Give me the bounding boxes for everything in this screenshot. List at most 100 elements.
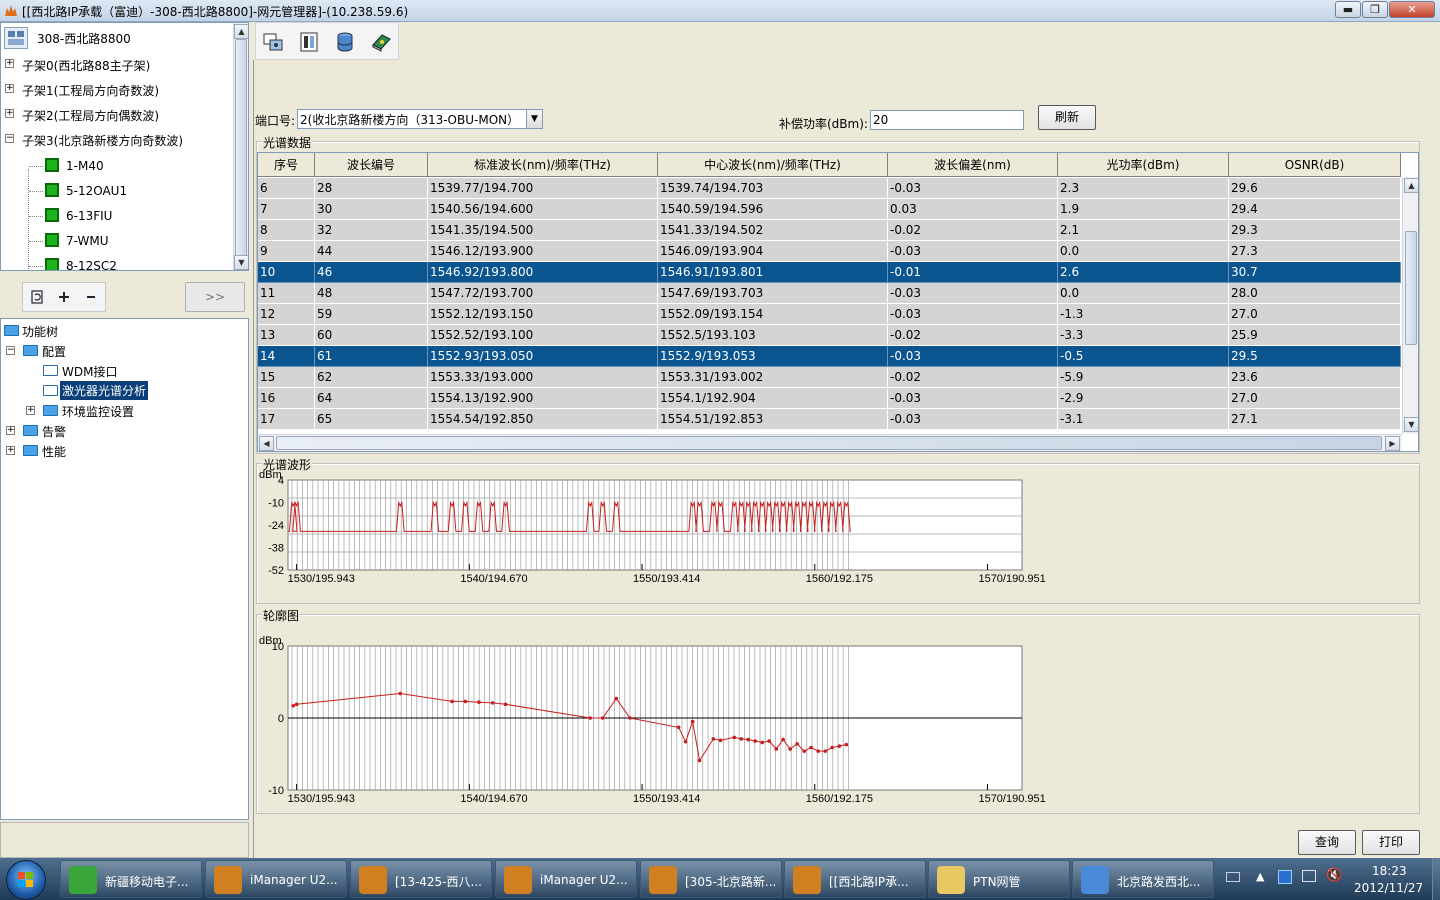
profile-point xyxy=(711,737,716,741)
refresh-tree-icon[interactable] xyxy=(24,284,50,310)
profile-point xyxy=(291,703,295,708)
scroll-right-icon[interactable]: ▶ xyxy=(1385,436,1400,451)
network-config-icon[interactable] xyxy=(262,31,284,53)
table-row[interactable]: 15 62 1553.33/193.000 1553.31/193.002 -0.02-… xyxy=(258,367,1401,388)
taskbar-item[interactable]: 新疆移动电子... xyxy=(60,860,202,898)
clock-time[interactable]: 18:23 xyxy=(1372,864,1407,878)
collapse-config-icon[interactable]: − xyxy=(6,346,15,355)
expand-icon[interactable]: + xyxy=(5,109,14,118)
print-button[interactable]: 打印 xyxy=(1362,830,1420,855)
column-header[interactable]: 标准波长(nm)/频率(THz) xyxy=(428,153,658,177)
taskbar-item[interactable]: iManager U2... xyxy=(205,860,347,898)
taskbar-item[interactable]: 北京路发西北... xyxy=(1072,860,1214,898)
board-item[interactable]: 7-WMU xyxy=(1,229,231,254)
port-select[interactable]: 2(收北京路新楼方向（313-OBU-MON） ▼ xyxy=(297,109,543,129)
scroll-up-icon[interactable]: ▲ xyxy=(1404,178,1418,193)
ne-tree-item[interactable]: − 子架3(北京路新楼方向奇数波) xyxy=(1,129,231,154)
taskbar-item[interactable]: [[西北路IP承... xyxy=(784,860,926,898)
expand-all-icon[interactable] xyxy=(51,284,77,310)
comp-power-input[interactable]: 20 xyxy=(870,110,1024,130)
scroll-down-icon[interactable]: ▼ xyxy=(1404,417,1418,432)
expand-icon[interactable]: + xyxy=(5,59,14,68)
table-hscrollbar[interactable]: ◀ ▶ xyxy=(258,434,1402,451)
func-laser-spectrum-selected[interactable]: 激光器光谱分析 xyxy=(60,381,149,400)
scroll-down-icon[interactable]: ▼ xyxy=(234,255,248,270)
func-wdm-interface[interactable]: WDM接口 xyxy=(62,363,117,380)
taskbar-item[interactable]: [305-北京路新... xyxy=(640,860,782,898)
board-item[interactable]: 8-12SC2 xyxy=(1,254,231,270)
taskbar-item-label: PTN网管 xyxy=(973,875,1021,889)
scroll-thumb[interactable] xyxy=(1405,231,1417,345)
show-hidden-icons-icon[interactable]: ▲ xyxy=(1256,870,1264,883)
table-cell: 64 xyxy=(315,388,428,409)
func-env-monitor[interactable]: 环境监控设置 xyxy=(62,403,134,420)
table-cell: 27.0 xyxy=(1229,388,1401,409)
expand-alarm-icon[interactable]: + xyxy=(6,426,15,435)
keyboard-icon[interactable] xyxy=(1226,872,1240,882)
maximize-button[interactable]: ❐ xyxy=(1362,1,1388,18)
ne-tree-item[interactable]: + 子架1(工程局方向奇数波) xyxy=(1,79,231,104)
table-row[interactable]: 10 46 1546.92/193.800 1546.91/193.801 -0.01 2… xyxy=(258,262,1401,283)
column-header[interactable]: OSNR(dB) xyxy=(1229,153,1401,177)
volume-muted-icon[interactable]: 🔇 xyxy=(1326,868,1342,883)
table-row[interactable]: 13 60 1552.52/193.100 1552.5/193.103 -0.02 -3… xyxy=(258,325,1401,346)
column-header[interactable]: 光功率(dBm) xyxy=(1058,153,1229,177)
table-row[interactable]: 7 30 1540.56/194.600 1540.59/194.596 0.03 1.9… xyxy=(258,199,1401,220)
hscroll-thumb[interactable] xyxy=(276,436,1382,450)
taskbar-item[interactable]: PTN网管 xyxy=(928,860,1070,898)
column-header[interactable]: 中心波长(nm)/频率(THz) xyxy=(658,153,888,177)
table-cell: 16 xyxy=(258,388,315,409)
network-icon[interactable] xyxy=(1302,870,1316,882)
ne-tree-item[interactable]: + 子架0(西北路88主子架) xyxy=(1,54,231,79)
column-header[interactable]: 波长偏差(nm) xyxy=(888,153,1058,177)
show-desktop-button[interactable] xyxy=(1432,858,1440,900)
func-config[interactable]: 配置 xyxy=(42,343,66,360)
table-row[interactable]: 14 61 1552.93/193.050 1552.9/193.053 -0.03 -0… xyxy=(258,346,1401,367)
column-header[interactable]: 序号 xyxy=(258,153,315,177)
table-vscrollbar[interactable]: ▲ ▼ xyxy=(1402,177,1418,434)
table-row[interactable]: 8 32 1541.35/194.500 1541.33/194.502 -0.02 2.… xyxy=(258,220,1401,241)
database-icon[interactable] xyxy=(334,31,356,53)
ne-tree-item[interactable]: + 子架2(工程局方向偶数波) xyxy=(1,104,231,129)
help-book-icon[interactable] xyxy=(370,31,392,53)
table-row[interactable]: 9 44 1546.12/193.900 1546.09/193.904 -0.03 0.… xyxy=(258,241,1401,262)
table-row[interactable]: 16 64 1554.13/192.900 1554.1/192.904 -0.03 -2… xyxy=(258,388,1401,409)
title-bar[interactable]: [[西北路IP承载（富迪）-308-西北路8800]-网元管理器]-(10.23… xyxy=(0,0,1440,22)
expand-panel-button[interactable]: >> xyxy=(185,282,245,312)
query-button[interactable]: 查询 xyxy=(1298,830,1356,855)
clock-date[interactable]: 2012/11/27 xyxy=(1354,881,1423,895)
minimize-button[interactable]: ▬ xyxy=(1335,1,1361,18)
taskbar-item[interactable]: iManager U2... xyxy=(495,860,637,898)
scroll-thumb[interactable] xyxy=(235,39,247,257)
column-header[interactable]: 波长编号 xyxy=(315,153,428,177)
expand-icon[interactable]: + xyxy=(5,84,14,93)
start-button[interactable] xyxy=(6,860,46,900)
board-view-icon[interactable] xyxy=(298,31,320,53)
func-alarm[interactable]: 告警 xyxy=(42,423,66,440)
board-item[interactable]: 1-M40 xyxy=(1,154,231,179)
close-button[interactable]: ✕ xyxy=(1389,1,1435,18)
refresh-button[interactable]: 刷新 xyxy=(1038,105,1096,130)
scroll-up-icon[interactable]: ▲ xyxy=(234,24,248,39)
expand-env-icon[interactable]: + xyxy=(26,406,35,415)
spectrum-peak xyxy=(295,504,298,507)
expand-perf-icon[interactable]: + xyxy=(6,446,15,455)
x-tick-label: 1560/192.175 xyxy=(806,573,873,585)
table-row[interactable]: 17 65 1554.54/192.850 1554.51/192.853 -0.03-… xyxy=(258,409,1401,430)
collapse-all-icon[interactable] xyxy=(78,284,104,310)
board-item[interactable]: 5-12OAU1 xyxy=(1,179,231,204)
taskbar-item[interactable]: [13-425-西八... xyxy=(350,860,492,898)
table-row[interactable]: 11 48 1547.72/193.700 1547.69/193.703 -0.03 0… xyxy=(258,283,1401,304)
table-cell: 1554.51/192.853 xyxy=(658,409,888,430)
table-row[interactable]: 6 28 1539.77/194.700 1539.74/194.703 -0.03 2.… xyxy=(258,178,1401,199)
chevron-down-icon[interactable]: ▼ xyxy=(526,110,542,128)
func-performance[interactable]: 性能 xyxy=(42,443,66,460)
table-cell: 0.0 xyxy=(1058,283,1229,304)
collapse-icon[interactable]: − xyxy=(5,134,14,143)
action-center-icon[interactable] xyxy=(1278,870,1292,884)
ne-tree-scrollbar[interactable]: ▲ ▼ xyxy=(233,23,248,270)
scroll-left-icon[interactable]: ◀ xyxy=(259,436,274,451)
func-tree-root[interactable]: 功能树 xyxy=(22,323,58,340)
table-row[interactable]: 12 59 1552.12/193.150 1552.09/193.154 -0.03-… xyxy=(258,304,1401,325)
board-item[interactable]: 6-13FIU xyxy=(1,204,231,229)
